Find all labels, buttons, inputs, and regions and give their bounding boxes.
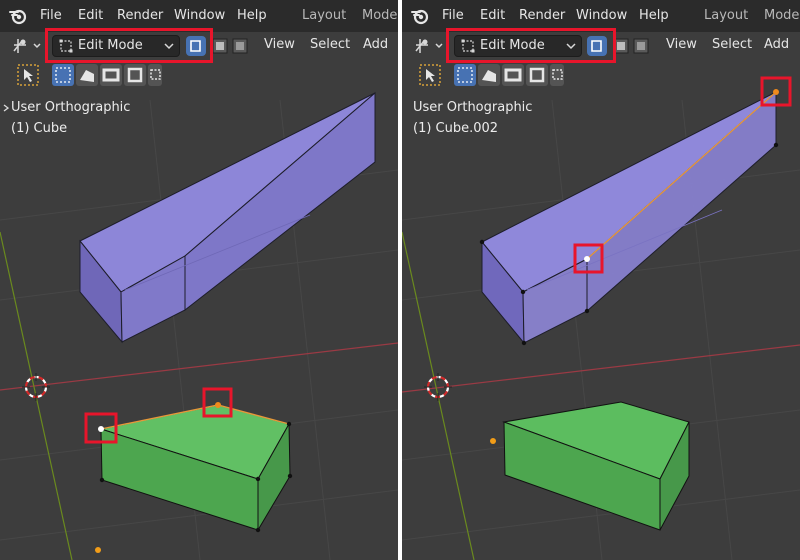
purple-mesh[interactable] — [79, 91, 376, 344]
viewport-panel-left: File Edit Render Window Help Layout Mode… — [0, 0, 398, 560]
viewport-panel-right: File Edit Render Window Help Layout Mode… — [402, 0, 800, 560]
3d-viewport-scene[interactable] — [402, 0, 800, 560]
object-origin-icon — [95, 547, 101, 553]
x-axis-line — [0, 342, 398, 391]
x-axis-line — [402, 344, 800, 393]
purple-mesh[interactable] — [479, 89, 779, 346]
object-origin-icon — [490, 438, 496, 444]
cursor-3d-icon[interactable] — [22, 373, 50, 401]
cursor-3d-icon[interactable] — [424, 373, 452, 401]
3d-viewport-scene[interactable] — [0, 0, 398, 560]
